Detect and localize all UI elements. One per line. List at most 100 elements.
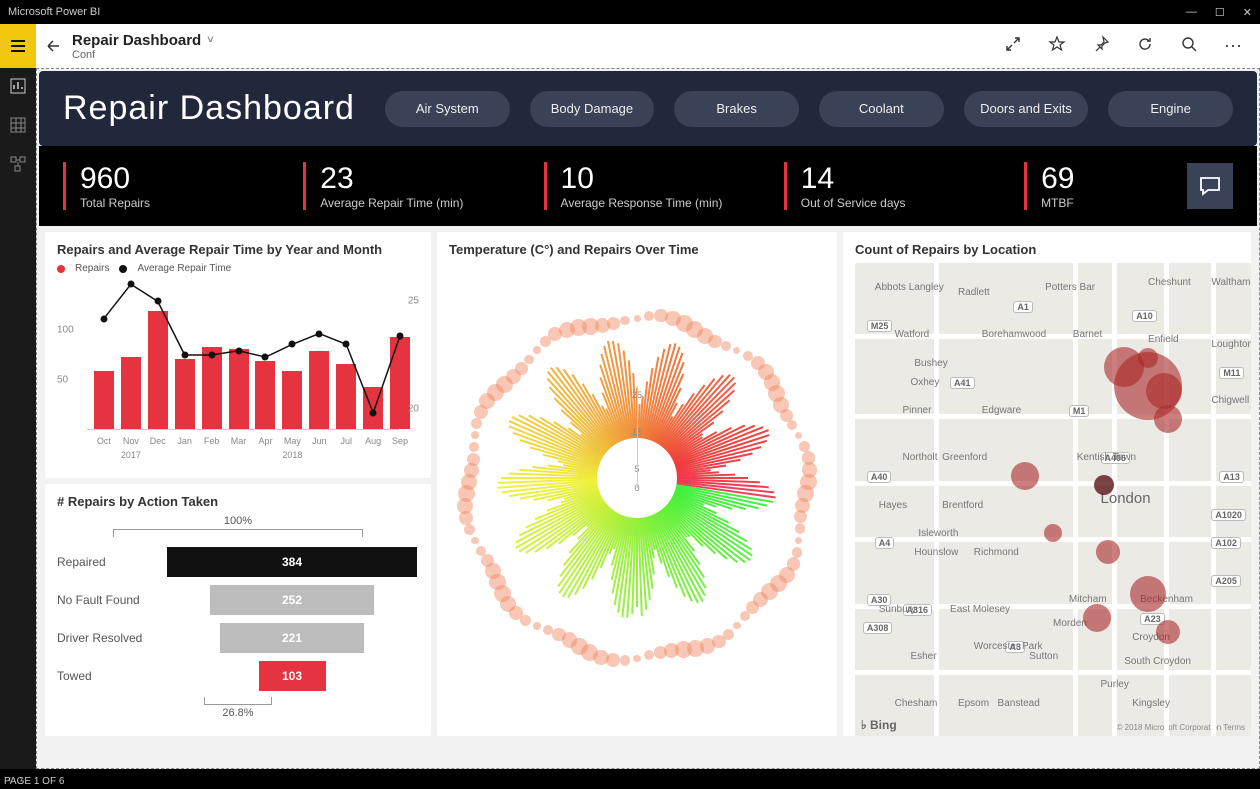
window-minimize-button[interactable]: — [1186,6,1197,19]
map-copyright: © 2018 Microsoft Corporation Terms [1117,723,1245,732]
town-label: Edgware [982,405,1021,416]
town-label: Hayes [879,500,907,511]
category-coolant[interactable]: Coolant [819,91,944,127]
funnel-row: Towed103 [57,661,419,691]
search-icon[interactable] [1180,35,1198,58]
town-label: Enfield [1148,334,1179,345]
town-label: Isleworth [918,528,958,539]
app-title: Microsoft Power BI [8,6,100,18]
dashboard-header: Repair Dashboard Air System Body Damage … [39,71,1257,146]
kpi-total-repairs: 960Total Repairs [63,162,273,210]
town-label: East Molesey [950,604,1010,615]
breadcrumb: Repair Dashboard ˅ Conf [72,32,214,61]
page-indicator: PAGE 1 OF 6 [4,776,64,787]
expand-icon[interactable] [1004,35,1022,58]
road-badge: A102 [1211,537,1241,549]
page-title: Repair Dashboard [72,32,201,49]
town-label: Purley [1101,679,1129,690]
map-bubble [1096,540,1120,564]
town-label: Richmond [974,547,1019,558]
town-label: Oxhey [910,377,939,388]
status-bar: ‹ › [0,769,1260,789]
town-label: Chigwell [1211,395,1249,406]
bing-logo: ♭ Bing [861,718,897,732]
category-brakes[interactable]: Brakes [674,91,799,127]
map-bubble [1083,604,1111,632]
chart-action-taken[interactable]: # Repairs by Action Taken 100% Repaired3… [45,484,431,736]
report-view-icon[interactable] [10,78,26,99]
back-button[interactable] [36,24,72,68]
top-ribbon: Repair Dashboard ˅ Conf ⋯ [0,24,1260,68]
funnel-row: Repaired384 [57,547,419,577]
road-badge: A1 [1013,301,1033,313]
map-bubble [1130,576,1166,612]
road-badge: A13 [1219,471,1244,483]
road-badge: A10 [1132,310,1157,322]
kpi-out-of-service: 14Out of Service days [784,162,994,210]
town-label: Epsom [958,698,989,709]
town-label: Watford [895,329,930,340]
road-badge: M25 [867,320,893,332]
window-close-button[interactable]: ✕ [1243,6,1252,19]
category-air-system[interactable]: Air System [385,91,510,127]
road-badge: A41 [950,377,975,389]
legend-avg-time: Average Repair Time [137,263,231,274]
road-badge: M1 [1069,405,1090,417]
category-engine[interactable]: Engine [1108,91,1233,127]
chevron-down-icon[interactable]: ˅ [207,34,213,46]
town-label: Kentish Town [1077,452,1136,463]
town-label: Waltham [1211,277,1250,288]
comment-button[interactable] [1187,163,1233,209]
road-badge: A205 [1211,575,1241,587]
map-bubble [1044,524,1062,542]
kpi-avg-response-time: 10Average Response Time (min) [544,162,754,210]
funnel-top-pct: 100% [224,515,252,527]
town-label: Mitcham [1069,594,1107,605]
category-doors-exits[interactable]: Doors and Exits [964,91,1089,127]
town-label: Kingsley [1132,698,1170,709]
town-label: Loughton [1211,339,1251,350]
pin-icon[interactable] [1092,35,1110,58]
map-bubble [1146,373,1182,409]
refresh-icon[interactable] [1136,35,1154,58]
town-label: Barnet [1073,329,1102,340]
road-badge: A308 [863,622,893,634]
favorite-icon[interactable] [1048,35,1066,58]
map-bubble [1094,475,1114,495]
funnel-row: Driver Resolved221 [57,623,419,653]
dashboard-title: Repair Dashboard [63,89,355,128]
town-label: Chesham [895,698,938,709]
kpi-avg-repair-time: 23Average Repair Time (min) [303,162,513,210]
map-bubble [1011,462,1039,490]
town-label: Sunbury [879,604,916,615]
road-badge: A4 [875,537,895,549]
hamburger-button[interactable] [0,24,36,68]
road-badge: A40 [867,471,892,483]
chart-repairs-time[interactable]: Repairs and Average Repair Time by Year … [45,232,431,478]
map-bubble [1138,348,1158,368]
town-label: Northolt [903,452,938,463]
chart-temperature-radial[interactable]: Temperature (C°) and Repairs Over Time 5… [437,232,837,736]
town-label: Greenford [942,452,987,463]
more-icon[interactable]: ⋯ [1224,36,1244,57]
town-label: Esher [910,651,936,662]
view-switcher [0,68,36,769]
town-label: Bushey [914,358,947,369]
road-badge: M11 [1219,367,1244,379]
breadcrumb-sub: Conf [72,49,214,61]
chart-repairs-map[interactable]: Count of Repairs by Location ♭ Bing © 20… [843,232,1251,736]
kpi-mtbf: 69MTBF [1024,162,1157,210]
window-maximize-button[interactable]: ☐ [1215,6,1225,19]
town-label: Sutton [1029,651,1058,662]
category-body-damage[interactable]: Body Damage [530,91,655,127]
map-bubble [1154,405,1182,433]
town-label: Pinner [903,405,932,416]
funnel-row: No Fault Found252 [57,585,419,615]
data-view-icon[interactable] [10,117,26,138]
model-view-icon[interactable] [10,156,26,177]
town-label: Potters Bar [1045,282,1095,293]
funnel-bottom-pct: 26.8% [222,707,253,719]
legend-repairs: Repairs [75,263,109,274]
town-label: Radlett [958,287,990,298]
town-label: Hounslow [914,547,958,558]
